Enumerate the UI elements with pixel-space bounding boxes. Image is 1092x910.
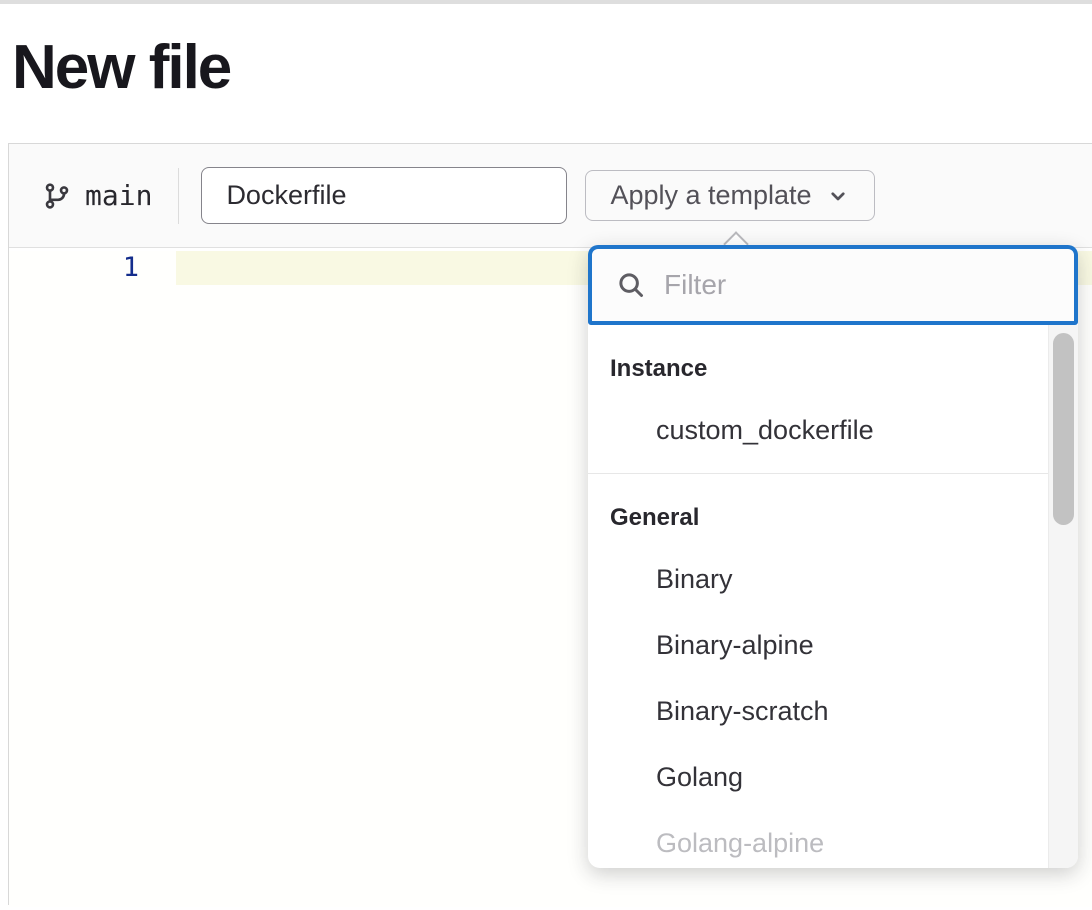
- chevron-down-icon: [826, 184, 850, 208]
- template-option[interactable]: custom_dockerfile: [588, 397, 1048, 463]
- toolbar-divider: [178, 168, 179, 224]
- top-divider: [0, 0, 1092, 4]
- template-list-content: Instance custom_dockerfile General Binar…: [588, 325, 1048, 868]
- page-title: New file: [12, 32, 230, 103]
- git-branch-icon: [43, 182, 71, 210]
- line-number: 1: [9, 251, 139, 285]
- filter-input[interactable]: [664, 269, 1050, 301]
- template-option[interactable]: Binary-scratch: [588, 678, 1048, 744]
- filename-input[interactable]: [201, 167, 567, 224]
- template-dropdown: Instance custom_dockerfile General Binar…: [588, 245, 1078, 868]
- dropdown-scrollbar-track[interactable]: [1048, 325, 1078, 868]
- template-option[interactable]: Golang-alpine: [588, 810, 1048, 868]
- dropdown-scrollbar-thumb[interactable]: [1053, 333, 1074, 525]
- apply-template-button[interactable]: Apply a template: [585, 170, 874, 221]
- dropdown-filter-box: [588, 245, 1078, 325]
- branch-indicator: main: [43, 179, 152, 212]
- template-option[interactable]: Binary-alpine: [588, 612, 1048, 678]
- template-section: General Binary Binary-alpine Binary-scra…: [588, 474, 1048, 868]
- template-section: Instance custom_dockerfile: [588, 325, 1048, 473]
- template-option[interactable]: Binary: [588, 546, 1048, 612]
- template-section-header: Instance: [588, 341, 1048, 397]
- branch-name: main: [85, 179, 152, 212]
- editor-toolbar: main Apply a template: [9, 144, 1092, 248]
- search-icon: [616, 270, 646, 300]
- template-section-header: General: [588, 490, 1048, 546]
- template-list: Instance custom_dockerfile General Binar…: [588, 325, 1078, 868]
- template-option[interactable]: Golang: [588, 744, 1048, 810]
- apply-template-label: Apply a template: [610, 180, 811, 211]
